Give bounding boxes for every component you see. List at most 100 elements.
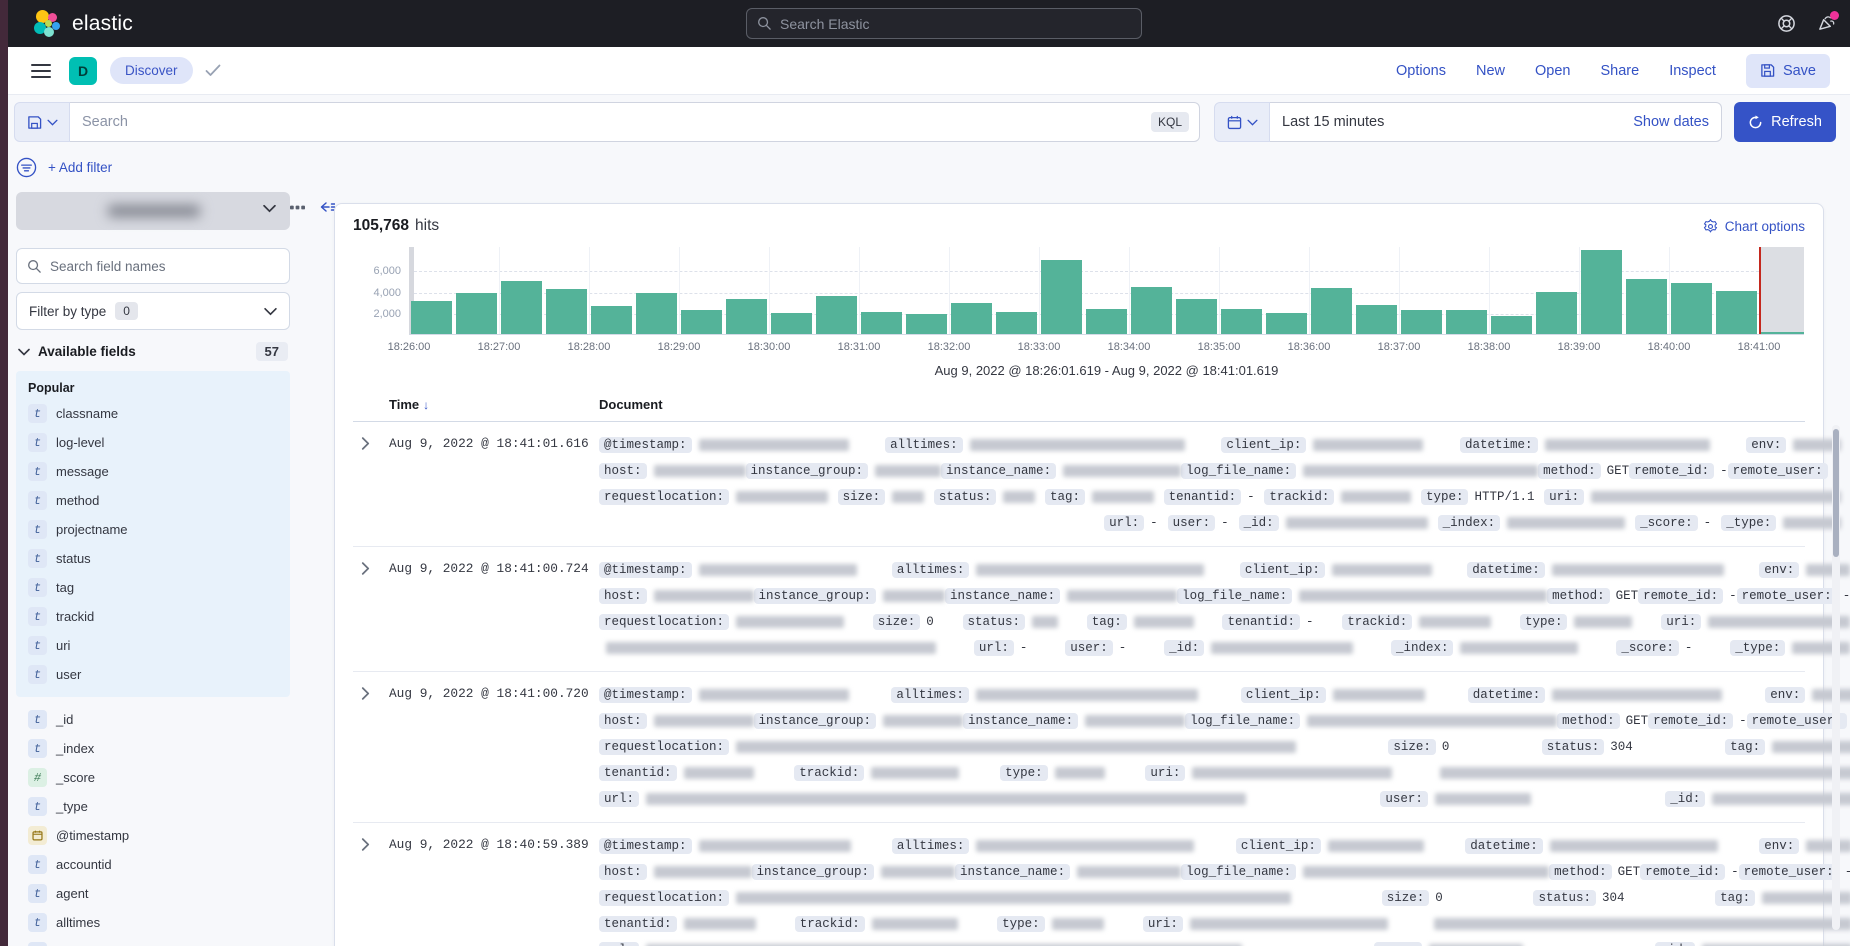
- menu-icon[interactable]: [31, 64, 51, 78]
- histogram-bar[interactable]: [591, 306, 632, 334]
- field-item-status[interactable]: tstatus: [26, 544, 286, 573]
- expand-row-button[interactable]: [353, 834, 377, 858]
- field-name: method: [56, 493, 99, 508]
- histogram-bar[interactable]: [411, 301, 452, 334]
- doc-summary[interactable]: @timestamp:alltimes:client_ip:datetime:e…: [599, 683, 1850, 811]
- nav-link-new[interactable]: New: [1476, 63, 1505, 79]
- data-view-selector[interactable]: [16, 192, 290, 230]
- field-label-badge: requestlocation:: [599, 489, 729, 505]
- field-item-user[interactable]: tuser: [26, 660, 286, 689]
- add-filter-link[interactable]: + Add filter: [48, 160, 112, 175]
- field-item-projectname[interactable]: tprojectname: [26, 515, 286, 544]
- doc-summary[interactable]: @timestamp:alltimes:client_ip:datetime:e…: [599, 433, 1850, 535]
- histogram-bar[interactable]: [1041, 260, 1082, 334]
- histogram-bar[interactable]: [1086, 309, 1127, 334]
- histogram-bar[interactable]: [1446, 310, 1487, 334]
- histogram-bar[interactable]: [1266, 313, 1307, 334]
- histogram-bar[interactable]: [456, 293, 497, 334]
- histogram-bar[interactable]: [861, 312, 902, 334]
- histogram-bar[interactable]: [1401, 310, 1442, 334]
- global-search[interactable]: [746, 8, 1142, 39]
- histogram-bar[interactable]: [1356, 305, 1397, 334]
- global-search-input[interactable]: [780, 16, 1131, 32]
- available-fields-header[interactable]: Available fields 57: [16, 342, 290, 361]
- x-axis-tick: 18:35:00: [1198, 341, 1241, 353]
- filter-menu-icon[interactable]: [16, 157, 37, 178]
- query-input[interactable]: [82, 114, 1151, 130]
- breadcrumb-discover[interactable]: Discover: [110, 57, 193, 84]
- histogram-bar[interactable]: [1626, 279, 1667, 334]
- field-label-badge: trackid:: [1264, 489, 1334, 505]
- field-item-trackid[interactable]: ttrackid: [26, 602, 286, 631]
- field-item-@timestamp[interactable]: @timestamp: [26, 821, 290, 850]
- histogram-bar[interactable]: [1176, 299, 1217, 334]
- histogram-bar[interactable]: [906, 314, 947, 334]
- histogram-bar[interactable]: [1131, 287, 1172, 334]
- histogram-bar[interactable]: [1716, 291, 1757, 334]
- histogram-bar[interactable]: [816, 296, 857, 334]
- field-item-agent[interactable]: tagent: [26, 879, 290, 908]
- check-icon: [205, 64, 221, 77]
- field-item-_id[interactable]: t_id: [26, 705, 290, 734]
- field-item-_index[interactable]: t_index: [26, 734, 290, 763]
- field-item-message[interactable]: tmessage: [26, 457, 286, 486]
- nav-link-inspect[interactable]: Inspect: [1669, 63, 1716, 79]
- field-search-input[interactable]: [50, 259, 279, 274]
- histogram-bar[interactable]: [1671, 283, 1712, 334]
- refresh-button[interactable]: Refresh: [1734, 102, 1836, 142]
- histogram-bar[interactable]: [681, 310, 722, 334]
- scrollbar-track[interactable]: [1832, 425, 1840, 930]
- histogram-bar[interactable]: [501, 281, 542, 334]
- field-item-uri[interactable]: turi: [26, 631, 286, 660]
- field-display-options-icon[interactable]: [290, 204, 305, 211]
- redacted-value: [684, 767, 754, 779]
- collapse-sidebar-icon[interactable]: [319, 200, 335, 214]
- expand-row-button[interactable]: [353, 683, 377, 707]
- time-range-value[interactable]: Last 15 minutes: [1282, 114, 1384, 130]
- histogram-bar[interactable]: [996, 312, 1037, 334]
- field-item-accountid[interactable]: taccountid: [26, 850, 290, 879]
- field-item-tag[interactable]: ttag: [26, 573, 286, 602]
- doc-summary[interactable]: @timestamp:alltimes:client_ip:datetime:e…: [599, 834, 1850, 946]
- histogram-bar[interactable]: [951, 303, 992, 334]
- expand-row-button[interactable]: [353, 433, 377, 457]
- field-item-_score[interactable]: #_score: [26, 763, 290, 792]
- elastic-brand[interactable]: elastic: [32, 9, 133, 39]
- nav-link-open[interactable]: Open: [1535, 63, 1570, 79]
- field-item-classname[interactable]: tclassname: [26, 399, 286, 428]
- nav-link-options[interactable]: Options: [1396, 63, 1446, 79]
- show-dates-link[interactable]: Show dates: [1633, 114, 1709, 130]
- field-item-log-level[interactable]: tlog-level: [26, 428, 286, 457]
- save-button[interactable]: Save: [1746, 54, 1830, 88]
- redacted-value: [654, 465, 746, 477]
- doc-summary[interactable]: @timestamp:alltimes:client_ip:datetime:e…: [599, 558, 1850, 660]
- histogram-bar[interactable]: [1221, 309, 1262, 334]
- newsfeed-icon[interactable]: [1816, 14, 1836, 34]
- field-item-_type[interactable]: t_type: [26, 792, 290, 821]
- saved-query-menu-button[interactable]: [14, 102, 70, 142]
- x-axis-tick: 18:37:00: [1378, 341, 1421, 353]
- nav-link-share[interactable]: Share: [1600, 63, 1639, 79]
- time-column-header[interactable]: Time↓: [389, 397, 599, 412]
- histogram-bar[interactable]: [1491, 316, 1532, 334]
- fields-sidebar: Filter by type 0 Available fields 57 Pop…: [16, 192, 290, 946]
- histogram-bar[interactable]: [1536, 292, 1577, 334]
- date-picker-menu-button[interactable]: [1214, 102, 1270, 142]
- expand-row-button[interactable]: [353, 558, 377, 582]
- field-item-method[interactable]: tmethod: [26, 486, 286, 515]
- space-badge[interactable]: D: [69, 57, 97, 85]
- scrollbar-thumb[interactable]: [1833, 429, 1839, 557]
- help-icon[interactable]: [1776, 14, 1796, 34]
- histogram-bar[interactable]: [636, 293, 677, 334]
- histogram-bar[interactable]: [1311, 288, 1352, 334]
- field-item-appname[interactable]: tappname: [26, 937, 290, 946]
- kql-badge[interactable]: KQL: [1151, 112, 1189, 132]
- histogram-bar[interactable]: [726, 299, 767, 334]
- histogram-bar[interactable]: [546, 289, 587, 334]
- histogram-bar[interactable]: [1581, 250, 1622, 334]
- chart-options-button[interactable]: Chart options: [1703, 219, 1805, 234]
- filter-by-type-control[interactable]: Filter by type 0: [16, 292, 290, 330]
- histogram-bar-partial[interactable]: [1761, 332, 1804, 334]
- histogram-bar[interactable]: [771, 313, 812, 334]
- field-item-alltimes[interactable]: talltimes: [26, 908, 290, 937]
